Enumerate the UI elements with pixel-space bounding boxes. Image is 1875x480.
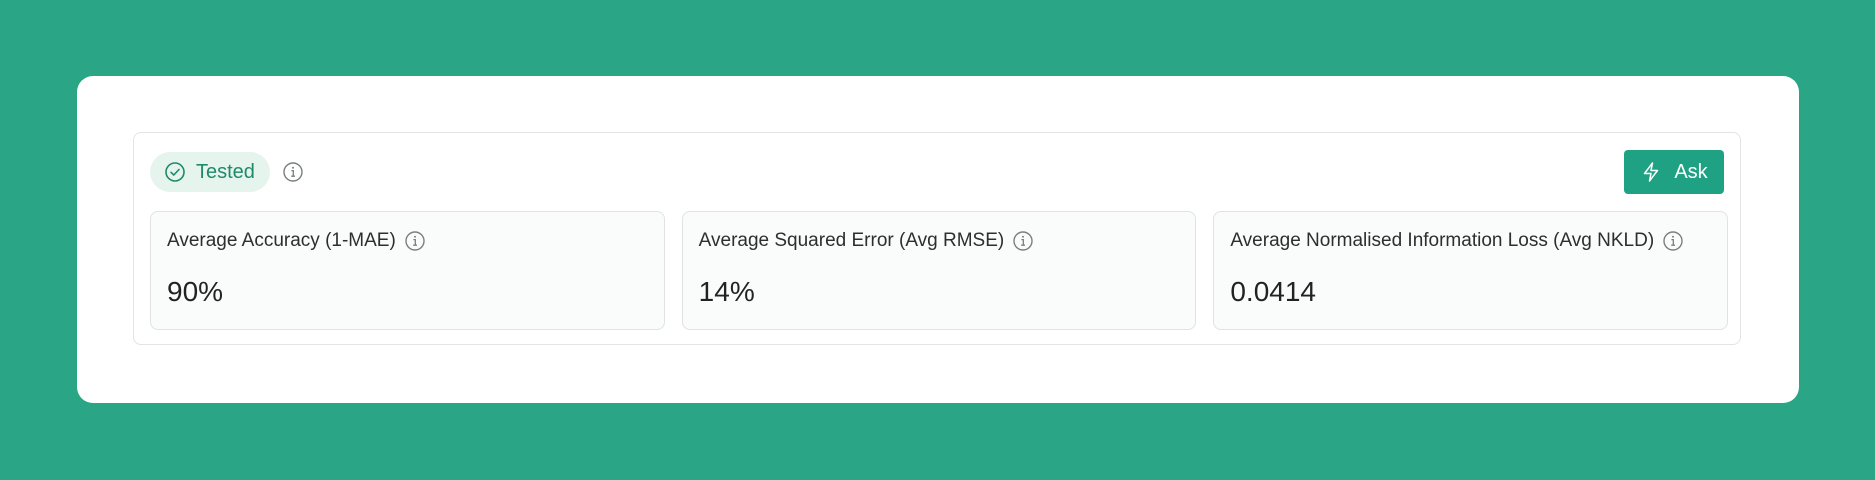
metric-title: Average Accuracy (1-MAE): [167, 230, 396, 251]
metric-title-row: Average Normalised Information Loss (Avg…: [1230, 230, 1684, 252]
info-icon[interactable]: [282, 161, 304, 183]
metric-card-information-loss: Average Normalised Information Loss (Avg…: [1213, 211, 1729, 330]
metric-title-row: Average Accuracy (1-MAE): [167, 230, 426, 252]
evaluation-card: Tested Ask Average Accuracy (1-MAE) 90% …: [77, 76, 1799, 403]
status-row: Tested: [150, 152, 304, 192]
metric-value: 14%: [698, 276, 755, 307]
metric-card-squared-error: Average Squared Error (Avg RMSE) 14%: [681, 211, 1197, 330]
metric-value: 90%: [167, 276, 224, 307]
info-icon[interactable]: [404, 230, 426, 252]
metrics-panel: Tested Ask Average Accuracy (1-MAE) 90% …: [133, 132, 1741, 345]
ask-button-label: Ask: [1674, 160, 1708, 183]
info-icon[interactable]: [1662, 230, 1684, 252]
metric-card-accuracy: Average Accuracy (1-MAE) 90%: [150, 211, 665, 330]
metric-title: Average Squared Error (Avg RMSE): [698, 230, 1005, 251]
lightning-bolt-icon: [1640, 161, 1662, 183]
metric-value: 0.0414: [1230, 276, 1316, 307]
ask-button[interactable]: Ask: [1624, 150, 1724, 194]
info-icon[interactable]: [1012, 230, 1034, 252]
status-label: Tested: [196, 160, 255, 183]
status-badge: Tested: [150, 152, 270, 192]
check-circle-icon: [164, 161, 186, 183]
metrics-row: Average Accuracy (1-MAE) 90% Average Squ…: [150, 211, 1729, 330]
metric-title: Average Normalised Information Loss (Avg…: [1230, 230, 1655, 251]
metric-title-row: Average Squared Error (Avg RMSE): [699, 230, 1035, 252]
